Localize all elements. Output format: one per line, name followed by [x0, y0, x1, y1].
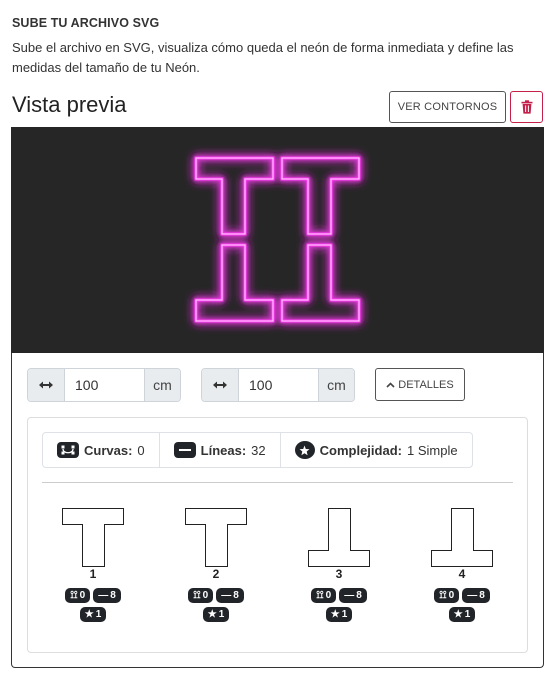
complexity-badge: ★ 1: [79, 607, 107, 622]
line-icon: [173, 442, 196, 458]
complexity-label: Complejidad:: [319, 442, 402, 458]
lines-label: Líneas:: [200, 442, 247, 458]
piece-number: 3: [335, 567, 343, 581]
details-label: DETALLES: [398, 378, 454, 391]
curves-value: 0: [137, 442, 145, 458]
piece-number: 2: [212, 567, 220, 581]
neon-shapes: [194, 156, 361, 323]
upload-section-title: SUBE TU ARCHIVO SVG: [12, 16, 160, 30]
width-input[interactable]: [65, 369, 144, 401]
neon-piece-3: [194, 243, 275, 323]
curves-badge: ⟟⟟ 0: [434, 588, 460, 603]
star-icon: ★: [207, 609, 217, 620]
view-contours-button[interactable]: VER CONTORNOS: [389, 91, 506, 123]
curve-nodes-icon: ⟟⟟: [316, 590, 324, 601]
curves-label: Curvas:: [84, 442, 133, 458]
star-icon: ★: [84, 609, 94, 620]
piece-shape: [431, 508, 493, 567]
stat-curves: Curvas: 0: [43, 433, 159, 467]
height-unit-label: cm: [318, 369, 354, 401]
neon-preview-canvas: [11, 127, 544, 353]
stat-lines: Líneas: 32: [158, 433, 280, 467]
delete-button[interactable]: [510, 91, 543, 123]
details-toggle-button[interactable]: DETALLES: [375, 368, 465, 401]
curves-badge: ⟟⟟ 0: [65, 588, 91, 603]
line-icon: —: [344, 590, 355, 601]
complexity-badge: ★ 1: [325, 607, 353, 622]
lines-badge: —8: [93, 588, 121, 603]
piece-number: 1: [89, 567, 97, 581]
neon-piece-4: [280, 243, 361, 323]
upload-description: Sube el archivo en SVG, visualiza cómo q…: [12, 40, 514, 75]
piece-number: 4: [458, 567, 466, 581]
stat-complexity: Complejidad: 1 Simple: [279, 433, 472, 467]
star-icon: ★: [330, 609, 340, 620]
curves-badge: ⟟⟟ 0: [188, 588, 214, 603]
height-input[interactable]: [239, 369, 318, 401]
piece-shape: [62, 508, 124, 567]
height-input-group: cm: [201, 368, 355, 402]
width-unit-label: cm: [144, 369, 180, 401]
neon-piece-2: [280, 156, 361, 236]
lines-badge: —8: [462, 588, 490, 603]
piece-item: 1 ⟟⟟ 0 —8 ★ 1: [53, 505, 133, 625]
neon-piece-1: [194, 156, 275, 236]
curve-nodes-icon: [57, 442, 79, 458]
preview-heading: Vista previa: [12, 92, 127, 117]
line-icon: —: [98, 590, 109, 601]
star-icon: ★: [453, 609, 463, 620]
complexity-value: 1 Simple: [406, 442, 458, 458]
piece-item: 2 ⟟⟟ 0 —8 ★ 1: [176, 505, 256, 625]
star-icon: [294, 441, 315, 459]
curve-nodes-icon: ⟟⟟: [193, 590, 201, 601]
curves-badge: ⟟⟟ 0: [311, 588, 337, 603]
horizontal-arrows-icon: [28, 369, 65, 401]
line-icon: —: [221, 590, 232, 601]
lines-badge: —8: [216, 588, 244, 603]
piece-shape: [308, 508, 370, 567]
piece-item: 3 ⟟⟟ 0 —8 ★ 1: [299, 505, 379, 625]
complexity-badge: ★ 1: [202, 607, 230, 622]
lines-value: 32: [251, 442, 266, 458]
piece-item: 4 ⟟⟟ 0 —8 ★ 1: [422, 505, 502, 625]
stats-divider: [42, 482, 513, 483]
stats-bar: Curvas: 0 Líneas: 32 Complejidad: 1 Simp…: [42, 432, 473, 468]
curve-nodes-icon: ⟟⟟: [439, 590, 447, 601]
width-input-group: cm: [27, 368, 181, 402]
curve-nodes-icon: ⟟⟟: [70, 590, 78, 601]
piece-shape: [185, 508, 247, 567]
line-icon: —: [467, 590, 478, 601]
horizontal-arrows-icon: [202, 369, 239, 401]
lines-badge: —8: [339, 588, 367, 603]
trash-icon: [521, 100, 532, 114]
complexity-badge: ★ 1: [448, 607, 476, 622]
chevron-up-icon: [386, 381, 395, 388]
